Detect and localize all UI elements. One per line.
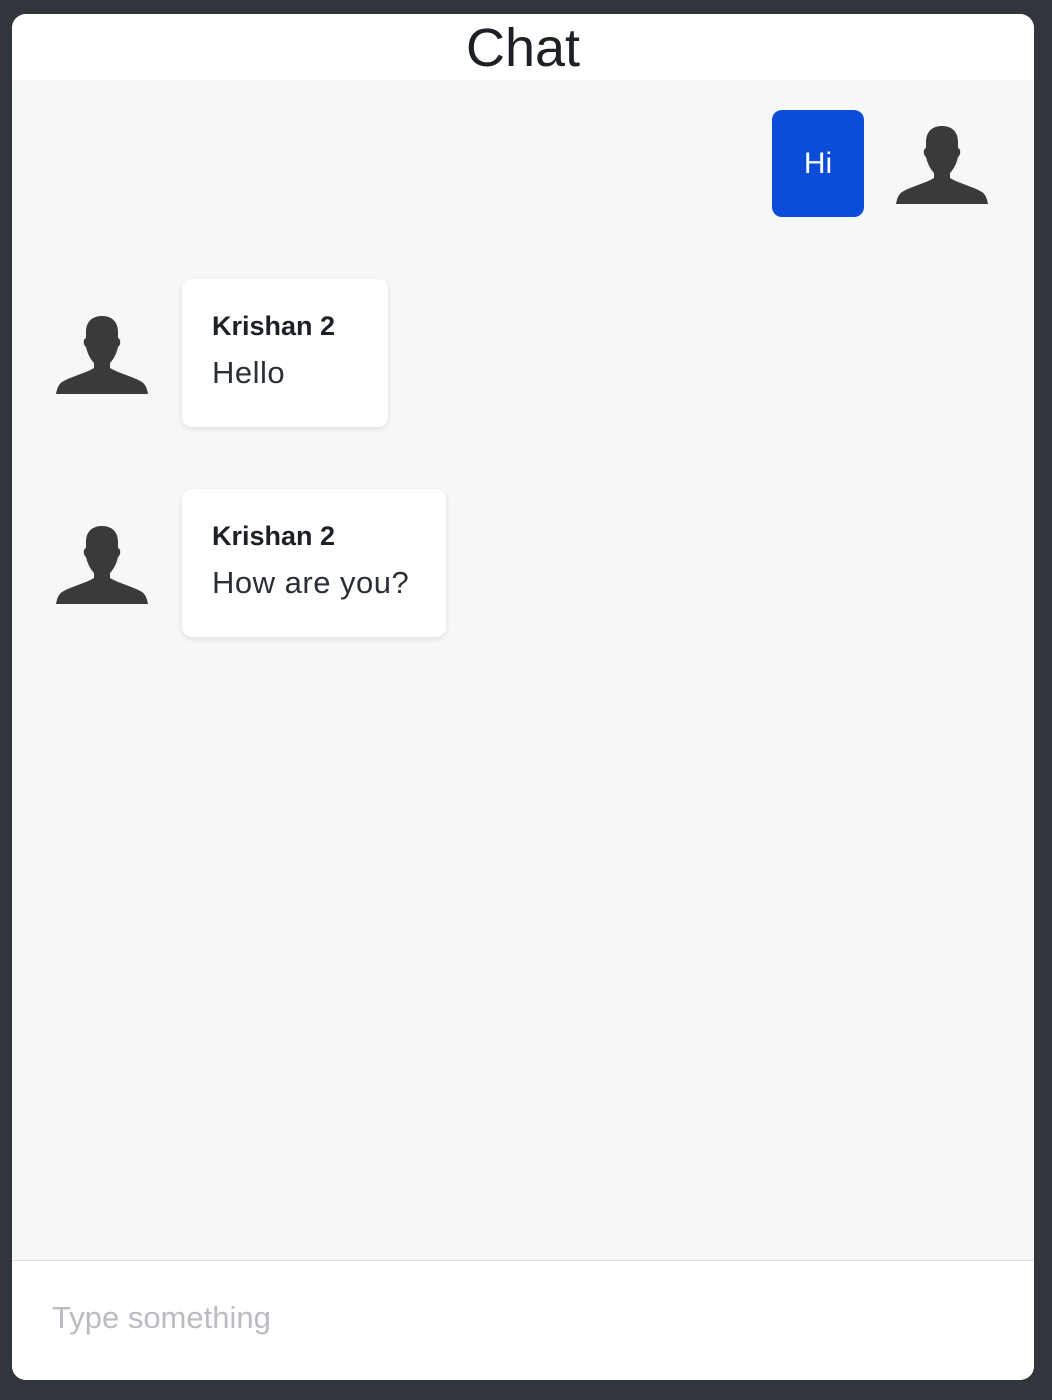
sender-name: Krishan 2 <box>212 521 336 551</box>
user-silhouette-icon <box>56 316 148 394</box>
user-silhouette-icon <box>56 526 148 604</box>
chat-header: Chat <box>12 14 1034 80</box>
message-bubble: Krishan 2 How are you? <box>182 489 446 637</box>
message-bubble: Krishan 2 Hello <box>182 279 388 427</box>
sender-name: Krishan 2 <box>212 311 336 341</box>
message-text: Hello <box>212 355 286 390</box>
message-list[interactable]: Hi Krishan 2 Hello Krishan 2 How are you… <box>12 80 1034 1260</box>
message-input[interactable] <box>52 1293 992 1343</box>
message-composer <box>12 1260 1034 1380</box>
message-bubble: Hi <box>772 110 864 217</box>
chat-window: Chat Hi Krishan 2 Hello Krishan 2 How ar… <box>12 14 1034 1380</box>
user-silhouette-icon <box>896 126 988 204</box>
message-text: Hi <box>803 146 833 180</box>
page-title: Chat <box>465 18 581 78</box>
message-text: How are you? <box>212 565 410 600</box>
